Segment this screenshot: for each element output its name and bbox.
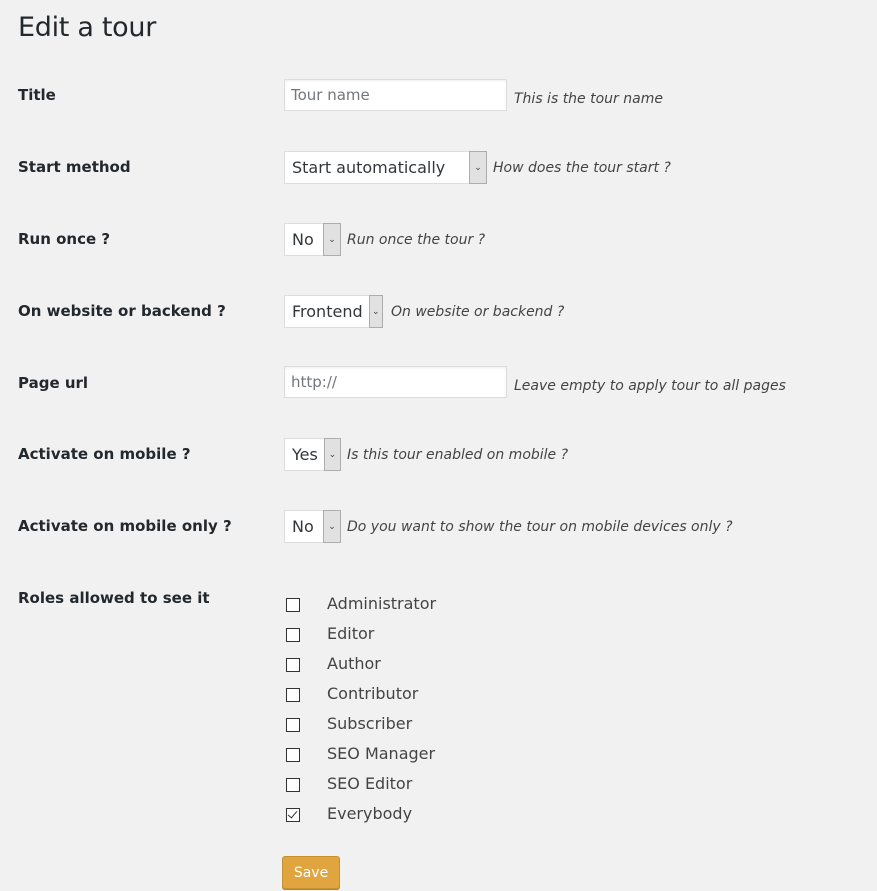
role-checkbox[interactable] xyxy=(286,597,300,612)
role-option[interactable]: Author xyxy=(284,648,436,678)
location-value: Frontend xyxy=(292,302,363,321)
role-label: Everybody xyxy=(327,803,413,823)
chevron-down-icon[interactable]: ⌄ xyxy=(323,438,341,471)
mobile-only-hint: Do you want to show the tour on mobile d… xyxy=(347,519,733,535)
chevron-down-icon[interactable]: ⌄ xyxy=(323,223,341,256)
role-label: Contributor xyxy=(327,683,419,703)
save-button[interactable]: Save xyxy=(282,856,340,889)
mobile-only-label: Activate on mobile only ? xyxy=(18,517,232,535)
title-hint: This is the tour name xyxy=(514,91,663,107)
role-option[interactable]: Everybody xyxy=(284,798,436,828)
mobile-label: Activate on mobile ? xyxy=(18,445,191,463)
role-checkbox[interactable] xyxy=(286,627,300,642)
role-option[interactable]: Contributor xyxy=(284,678,436,708)
page-url-hint: Leave empty to apply tour to all pages xyxy=(514,378,786,394)
mobile-select[interactable]: Yes ⌄ xyxy=(284,438,341,471)
role-checkbox[interactable] xyxy=(286,717,300,732)
roles-checkbox-list: Administrator Editor Author Contributor … xyxy=(284,588,436,828)
mobile-only-value: No xyxy=(292,517,314,536)
role-option[interactable]: Administrator xyxy=(284,588,436,618)
title-label: Title xyxy=(18,86,56,104)
start-method-label: Start method xyxy=(18,158,131,176)
mobile-hint: Is this tour enabled on mobile ? xyxy=(347,447,569,463)
mobile-only-select[interactable]: No ⌄ xyxy=(284,510,341,543)
run-once-select[interactable]: No ⌄ xyxy=(284,223,341,256)
page-url-input[interactable] xyxy=(284,366,507,398)
location-select[interactable]: Frontend ⌄ xyxy=(284,295,383,328)
run-once-hint: Run once the tour ? xyxy=(347,232,486,248)
role-checkbox[interactable] xyxy=(286,657,300,672)
chevron-down-icon[interactable]: ⌄ xyxy=(469,151,487,184)
role-option[interactable]: SEO Manager xyxy=(284,738,436,768)
role-option[interactable]: SEO Editor xyxy=(284,768,436,798)
roles-label: Roles allowed to see it xyxy=(18,589,210,607)
chevron-down-icon[interactable]: ⌄ xyxy=(323,510,341,543)
page-url-label: Page url xyxy=(18,374,89,392)
role-checkbox[interactable] xyxy=(286,777,300,792)
run-once-value: No xyxy=(292,230,314,249)
start-method-select[interactable]: Start automatically ⌄ xyxy=(284,151,487,184)
chevron-down-icon[interactable]: ⌄ xyxy=(368,295,383,328)
run-once-label: Run once ? xyxy=(18,230,111,248)
role-label: SEO Manager xyxy=(327,743,436,763)
page-title: Edit a tour xyxy=(18,12,157,43)
mobile-value: Yes xyxy=(292,445,318,464)
role-label: SEO Editor xyxy=(327,773,413,793)
start-method-hint: How does the tour start ? xyxy=(493,160,671,176)
role-label: Subscriber xyxy=(327,713,413,733)
location-label: On website or backend ? xyxy=(18,302,226,320)
location-hint: On website or backend ? xyxy=(391,304,565,320)
role-label: Author xyxy=(327,653,381,673)
role-checkbox-checked[interactable] xyxy=(286,807,300,822)
role-option[interactable]: Subscriber xyxy=(284,708,436,738)
start-method-value: Start automatically xyxy=(292,158,446,177)
role-checkbox[interactable] xyxy=(286,687,300,702)
role-option[interactable]: Editor xyxy=(284,618,436,648)
tour-name-input[interactable] xyxy=(284,79,507,111)
role-label: Administrator xyxy=(327,593,437,613)
role-label: Editor xyxy=(327,623,375,643)
role-checkbox[interactable] xyxy=(286,747,300,762)
